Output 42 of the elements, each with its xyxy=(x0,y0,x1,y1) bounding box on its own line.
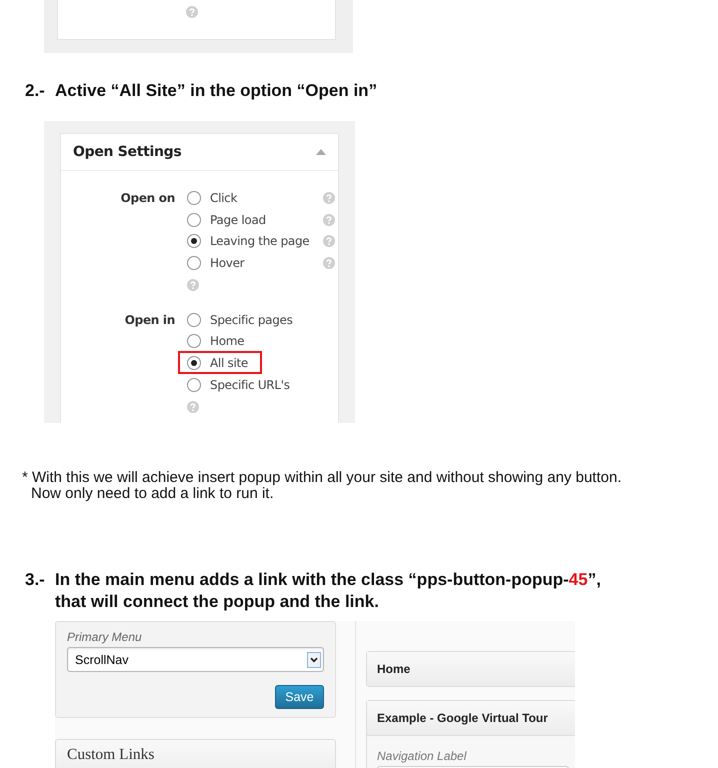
step-heading: that will connect the popup and the link. xyxy=(55,591,380,613)
menu-item-title[interactable]: Example - Google Virtual Tour xyxy=(367,701,575,735)
help-icon[interactable] xyxy=(186,6,198,18)
collapse-arrow-icon[interactable] xyxy=(316,149,326,155)
help-icon[interactable] xyxy=(323,256,336,269)
step-heading: In the main menu adds a link with the class “pps-button-popup-45”, xyxy=(55,569,601,591)
note-text: Now only need to add a link to run it. xyxy=(31,486,274,502)
radio-button[interactable] xyxy=(187,378,201,392)
step-number: 2.- xyxy=(25,80,46,102)
radio-button[interactable] xyxy=(187,234,201,248)
option-label: Home xyxy=(210,334,244,348)
help-icon[interactable] xyxy=(323,214,336,226)
help-icon[interactable] xyxy=(323,235,336,248)
step-heading: Active “All Site” in the option “Open in” xyxy=(55,80,378,102)
option-label: All site xyxy=(210,356,248,370)
panel-title: Open Settings xyxy=(73,144,182,160)
radio-button[interactable] xyxy=(187,212,201,227)
menu-item-title[interactable]: Home xyxy=(367,652,575,686)
note-text: * With this we will achieve insert popup within all your site and without showing any button. xyxy=(22,470,622,486)
help-icon[interactable] xyxy=(323,192,336,204)
option-label: Specific pages xyxy=(210,312,293,327)
option-label: Specific URL's xyxy=(210,378,290,392)
caret-icon[interactable] xyxy=(307,652,321,668)
field-label: Open in xyxy=(124,312,175,329)
radio-button[interactable] xyxy=(187,356,201,370)
field-label: Open on xyxy=(120,190,175,207)
help-icon[interactable] xyxy=(187,278,199,291)
radio-button[interactable] xyxy=(187,256,201,270)
help-icon[interactable] xyxy=(187,400,199,412)
option-label: Click xyxy=(210,190,238,205)
field-label: Navigation Label xyxy=(377,749,468,763)
menu-select[interactable]: ScrollNav xyxy=(67,647,324,672)
option-label: Hover xyxy=(210,256,244,270)
radio-button[interactable] xyxy=(187,312,201,327)
step-number: 3.- xyxy=(25,569,46,591)
section-header[interactable]: Custom Links xyxy=(55,739,336,768)
radio-button[interactable] xyxy=(187,334,201,348)
option-label: Page load xyxy=(210,212,266,227)
save-button[interactable]: Save xyxy=(275,685,324,709)
field-label: Primary Menu xyxy=(67,630,143,644)
radio-button[interactable] xyxy=(187,190,201,205)
option-label: Leaving the page xyxy=(210,234,310,248)
